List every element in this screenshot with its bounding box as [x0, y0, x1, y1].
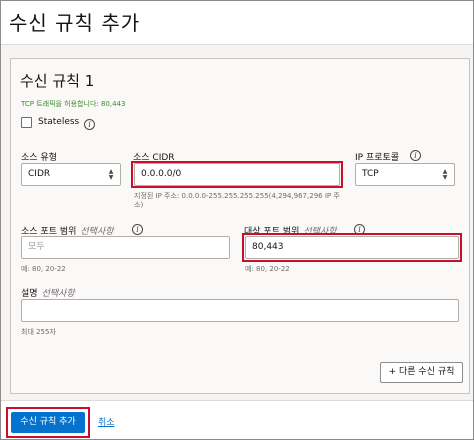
description-max-hint: 최대 255자: [21, 328, 56, 336]
ip-protocol-select[interactable]: TCP ▲ ▼: [355, 163, 455, 186]
stateless-checkbox[interactable]: [21, 117, 32, 128]
ip-protocol-value: TCP: [362, 169, 379, 179]
source-port-placeholder: 모두: [28, 242, 45, 252]
source-cidr-help-line1: 지정된 IP 주소: 0.0.0.0-255.255.255.255(4,294…: [134, 192, 340, 200]
ip-protocol-label: IP 프로토콜: [355, 153, 400, 163]
select-arrows-icon: ▲ ▼: [108, 168, 114, 181]
description-input[interactable]: [21, 299, 459, 322]
dest-port-example: 예: 80, 20-22: [245, 265, 290, 273]
dialog-header: 수신 규칙 추가: [1, 1, 473, 44]
source-port-input[interactable]: 모두: [21, 236, 230, 259]
add-another-rule-button[interactable]: + 다른 수신 규칙: [380, 362, 463, 383]
stateless-label: Stateless: [38, 117, 80, 127]
source-type-label: 소스 유형: [21, 153, 57, 163]
description-optional: 선택사항: [41, 289, 75, 299]
source-cidr-help-line2: 소): [134, 201, 144, 209]
footer-divider: [1, 400, 473, 401]
description-label-text: 설명: [21, 289, 38, 299]
source-port-example: 예: 80, 20-22: [21, 265, 66, 273]
source-cidr-highlight: [131, 161, 343, 188]
rule-title: 수신 규칙 1: [20, 72, 95, 90]
info-icon[interactable]: i: [410, 150, 421, 161]
cancel-link[interactable]: 취소: [98, 415, 115, 428]
description-label: 설명 선택사항: [21, 286, 75, 299]
dest-port-highlight: [242, 233, 462, 262]
info-icon[interactable]: i: [84, 119, 95, 130]
submit-highlight: [6, 407, 90, 438]
source-type-value: CIDR: [28, 169, 51, 179]
select-arrows-icon: ▲ ▼: [442, 168, 448, 181]
rule-summary-hint: TCP 트래픽을 허용합니다: 80,443: [21, 100, 126, 108]
dialog-title: 수신 규칙 추가: [9, 11, 141, 35]
info-icon[interactable]: i: [132, 224, 143, 235]
source-type-select[interactable]: CIDR ▲ ▼: [21, 163, 121, 186]
